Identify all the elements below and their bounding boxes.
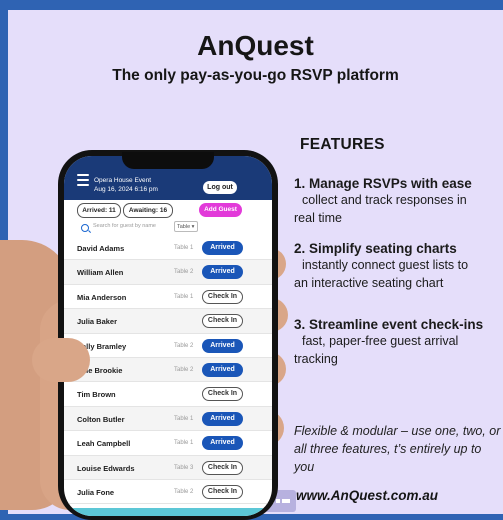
- guest-row: Colton Butler Table 1 Arrived: [64, 406, 272, 432]
- guest-name: Julia Baker: [77, 317, 118, 327]
- guest-row: Louise Edwards Table 3 Check In: [64, 455, 272, 480]
- guest-table: Table 2: [174, 342, 194, 349]
- arrived-count-pill[interactable]: Arrived: 11: [77, 203, 121, 218]
- feature-description: instantly connect guest lists to an inte…: [294, 258, 469, 290]
- guest-row: William Allen Table 2 Arrived: [64, 260, 272, 285]
- guest-name: Louise Edwards: [77, 463, 135, 473]
- add-guest-button[interactable]: Add Guest: [199, 203, 242, 217]
- guest-row: Ellie Brookie Table 2 Arrived: [64, 357, 272, 383]
- flexible-note: Flexible & modular – use one, two, or al…: [294, 424, 501, 474]
- guest-row: Leah Campbell Table 1 Arrived: [64, 431, 272, 456]
- check-in-button[interactable]: Check In: [202, 460, 243, 475]
- arrived-button[interactable]: Arrived: [202, 411, 243, 426]
- guest-table: Table 1: [174, 293, 194, 300]
- guest-row: Sally Bramley Table 2 Arrived: [64, 334, 272, 358]
- guest-row: Julia Fone Table 2 Check In: [64, 480, 272, 505]
- tagline: The only pay-as-you-go RSVP platform: [112, 67, 399, 84]
- website-link[interactable]: www.AnQuest.com.au: [296, 488, 438, 503]
- guest-table: Table 1: [174, 440, 194, 447]
- arrived-button[interactable]: Arrived: [202, 338, 243, 353]
- guest-name: Mia Anderson: [77, 292, 127, 302]
- feature-heading: 3. Streamline event check-ins: [294, 317, 484, 332]
- table-filter-select[interactable]: Table ▾: [174, 221, 198, 232]
- check-in-button[interactable]: Check In: [202, 314, 243, 329]
- thumb-image: [32, 338, 90, 382]
- arrived-button[interactable]: Arrived: [202, 362, 243, 377]
- guest-table: Table 2: [174, 488, 194, 495]
- guest-row: Mia Anderson Table 1 Check In: [64, 285, 272, 310]
- feature-description: fast, paper-free guest arrival tracking: [294, 334, 459, 366]
- feature-seating: 2. Simplify seating charts instantly con…: [294, 241, 503, 292]
- check-in-button[interactable]: Check In: [202, 387, 243, 402]
- guest-name: David Adams: [77, 244, 125, 253]
- logout-button[interactable]: Log out: [203, 181, 237, 194]
- guest-name: Tim Brown: [77, 390, 116, 400]
- phone-screen: Opera House Event Aug 16, 2024 6:16 pm L…: [64, 156, 272, 516]
- feature-description: collect and track responses in real time: [294, 193, 467, 225]
- event-name: Opera House Event: [94, 177, 152, 184]
- check-in-button[interactable]: Check In: [202, 289, 243, 304]
- features-heading: FEATURES: [300, 136, 385, 153]
- feature-heading: 1. Manage RSVPs with ease: [294, 176, 472, 191]
- guest-name: William Allen: [77, 268, 124, 278]
- guest-name: Julia Fone: [77, 487, 115, 497]
- guest-row: Tim Brown Check In: [64, 382, 272, 407]
- arrived-button[interactable]: Arrived: [202, 241, 243, 255]
- arrived-button[interactable]: Arrived: [202, 265, 243, 280]
- guest-table: Table 3: [174, 464, 194, 471]
- guest-row: David Adams Table 1 Arrived: [64, 236, 272, 261]
- search-input[interactable]: Search for guest by name: [93, 223, 156, 229]
- guest-name: Leah Campbell: [77, 439, 131, 449]
- menu-icon[interactable]: [77, 174, 89, 189]
- guest-list: David Adams Table 1 Arrived William Alle…: [64, 236, 272, 505]
- guest-table: Table 1: [174, 415, 194, 422]
- guest-row: Julia Baker Check In: [64, 309, 272, 334]
- feature-heading: 2. Simplify seating charts: [294, 241, 457, 256]
- awaiting-count-pill[interactable]: Awaiting: 16: [123, 203, 173, 218]
- feature-checkin: 3. Streamline event check-ins fast, pape…: [294, 317, 503, 368]
- guest-table: Table 2: [174, 366, 194, 373]
- brand-title: AnQuest: [197, 30, 314, 61]
- bottom-bar: [64, 508, 272, 516]
- guest-table: Table 2: [174, 269, 194, 276]
- check-in-button[interactable]: Check In: [202, 484, 243, 499]
- guest-table: Table 1: [174, 245, 194, 251]
- guest-name: Colton Butler: [77, 414, 125, 424]
- feature-rsvp: 1. Manage RSVPs with ease collect and tr…: [294, 176, 503, 227]
- arrived-button[interactable]: Arrived: [202, 436, 243, 451]
- event-date: Aug 16, 2024 6:16 pm: [94, 186, 158, 193]
- search-icon: [81, 224, 89, 232]
- phone-notch: [122, 152, 214, 169]
